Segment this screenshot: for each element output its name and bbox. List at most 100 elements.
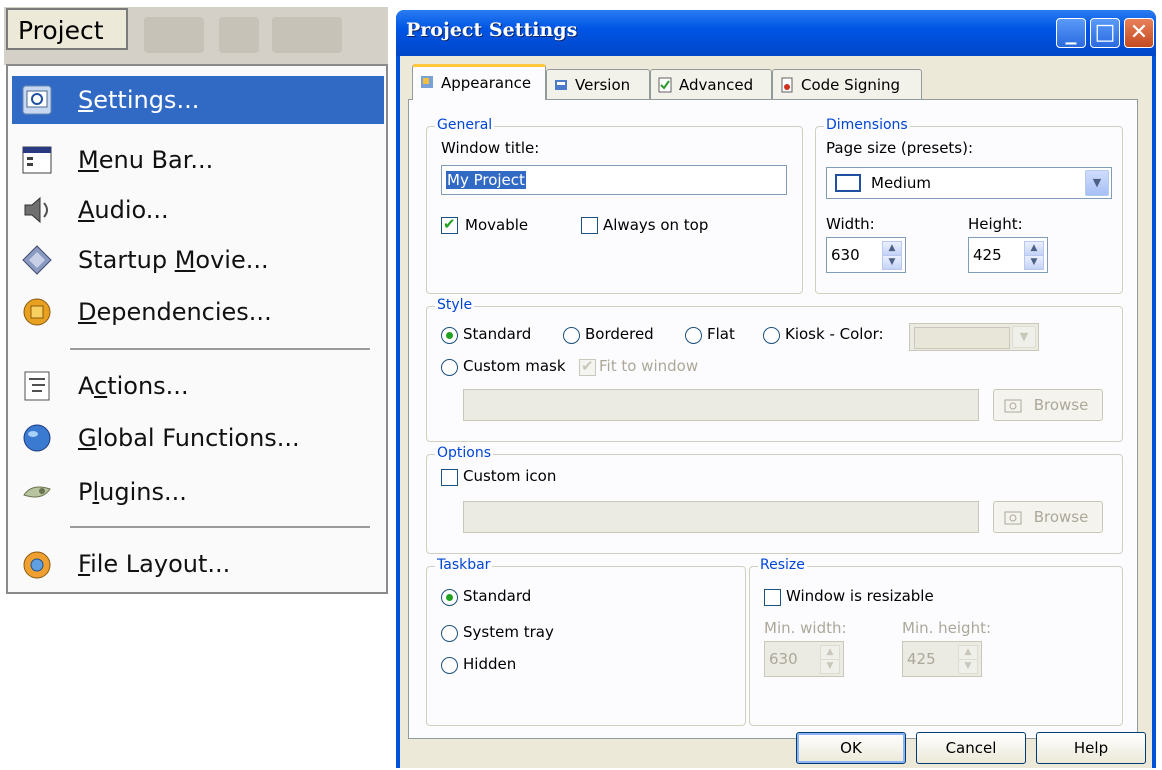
- taskbar-system-tray-label: System tray: [463, 623, 554, 641]
- movable-checkbox[interactable]: [441, 215, 458, 234]
- style-flat-radio[interactable]: [685, 327, 702, 344]
- height-label: Height:: [968, 215, 1023, 233]
- custom-icon-checkbox[interactable]: [441, 469, 458, 486]
- style-custom-mask-radio[interactable]: [441, 359, 458, 376]
- appearance-panel: General Window title: My Project Movable…: [408, 99, 1138, 739]
- menu-item-plugins[interactable]: Plugins...: [12, 468, 384, 516]
- plugins-icon: [23, 486, 51, 498]
- style-bordered-label: Bordered: [585, 325, 654, 343]
- file-layout-icon: [23, 551, 51, 579]
- min-height-spinner[interactable]: 425 ▲ ▼: [902, 641, 982, 677]
- menu-item-startup-movie[interactable]: Startup Movie...: [12, 236, 384, 284]
- ok-button[interactable]: OK: [796, 732, 906, 764]
- always-on-top-checkbox[interactable]: [581, 217, 598, 234]
- min-height-label: Min. height:: [902, 619, 992, 637]
- browse-icon: [1004, 399, 1022, 413]
- menu-bar-icon: [22, 146, 52, 174]
- style-kiosk-radio[interactable]: [763, 327, 780, 344]
- taskbar-hidden-radio[interactable]: [441, 657, 458, 674]
- taskbar-standard-label: Standard: [463, 587, 532, 605]
- min-width-spinner[interactable]: 630 ▲ ▼: [764, 641, 844, 677]
- custom-icon-browse-button[interactable]: Browse: [993, 501, 1103, 533]
- menu-separator: [70, 348, 370, 350]
- appearance-icon: [421, 76, 433, 88]
- chevron-down-icon[interactable]: ▼: [1012, 326, 1036, 348]
- tab-advanced[interactable]: Advanced: [650, 69, 772, 99]
- custom-mask-browse-button[interactable]: Browse: [993, 389, 1103, 421]
- version-icon: [555, 80, 567, 90]
- spin-up-icon[interactable]: ▲: [882, 241, 902, 256]
- style-bordered-radio[interactable]: [563, 327, 580, 344]
- code-signing-icon: [781, 77, 793, 93]
- menu-item-label: Dependencies...: [78, 298, 272, 326]
- dialog-client: Appearance Version Advanced Code Signing…: [400, 56, 1152, 768]
- style-custom-mask-label: Custom mask: [463, 357, 566, 375]
- taskbar-standard-radio[interactable]: [441, 589, 458, 606]
- spin-down-icon[interactable]: ▼: [1024, 255, 1044, 270]
- spin-down-icon[interactable]: ▼: [958, 659, 978, 674]
- window-resizable-checkbox[interactable]: [764, 589, 781, 606]
- chevron-down-icon[interactable]: ▼: [1085, 170, 1109, 196]
- page-size-select[interactable]: Medium ▼: [826, 167, 1112, 199]
- maximize-button[interactable]: □: [1090, 18, 1120, 48]
- page-size-icon: [835, 174, 861, 192]
- taskbar-group: Taskbar Standard System tray Hidden: [426, 557, 746, 726]
- dimensions-group: Dimensions Page size (presets): Medium ▼…: [815, 117, 1123, 294]
- blurred-menu-item: [144, 17, 204, 53]
- taskbar-hidden-label: Hidden: [463, 655, 517, 673]
- custom-icon-path-input[interactable]: [463, 501, 979, 533]
- general-legend: General: [435, 117, 495, 133]
- minimize-button[interactable]: _: [1056, 18, 1086, 48]
- dimensions-legend: Dimensions: [824, 117, 910, 133]
- style-legend: Style: [435, 297, 475, 313]
- audio-icon: [24, 196, 48, 224]
- tab-version[interactable]: Version: [546, 69, 650, 99]
- fit-to-window-checkbox[interactable]: [579, 357, 596, 376]
- style-kiosk-label: Kiosk - Color:: [785, 325, 884, 343]
- cancel-button[interactable]: Cancel: [916, 732, 1026, 764]
- custom-icon-label: Custom icon: [463, 467, 557, 485]
- close-button[interactable]: ✕: [1124, 18, 1154, 48]
- style-standard-radio[interactable]: [441, 327, 458, 344]
- dialog-titlebar[interactable]: Project Settings _ □ ✕: [396, 10, 1156, 56]
- browse-icon: [1004, 511, 1022, 525]
- options-legend: Options: [435, 445, 494, 461]
- custom-mask-path-input[interactable]: [463, 389, 979, 421]
- fit-to-window-label: Fit to window: [599, 357, 699, 375]
- actions-icon: [24, 371, 50, 401]
- width-spinner[interactable]: 630 ▲ ▼: [826, 237, 906, 273]
- menu-item-label: Actions...: [78, 372, 189, 400]
- kiosk-color-select[interactable]: ▼: [909, 323, 1039, 351]
- kiosk-color-swatch: [914, 327, 1010, 349]
- min-width-label: Min. width:: [764, 619, 847, 637]
- menu-item-actions[interactable]: Actions...: [12, 362, 384, 410]
- spin-up-icon[interactable]: ▲: [958, 645, 978, 660]
- menu-item-label: Startup Movie...: [78, 246, 269, 274]
- height-spinner[interactable]: 425 ▲ ▼: [968, 237, 1048, 273]
- menu-item-audio[interactable]: Audio...: [12, 186, 384, 234]
- menu-item-settings[interactable]: Settings...: [12, 76, 384, 124]
- minimize-icon: _: [1065, 20, 1077, 45]
- global-functions-icon: [23, 424, 51, 452]
- spin-up-icon[interactable]: ▲: [820, 645, 840, 660]
- taskbar-system-tray-radio[interactable]: [441, 625, 458, 642]
- menu-item-file-layout[interactable]: File Layout...: [12, 540, 384, 588]
- style-standard-label: Standard: [463, 325, 532, 343]
- window-title-input[interactable]: My Project: [441, 165, 787, 195]
- maximize-icon: □: [1094, 20, 1116, 45]
- general-group: General Window title: My Project Movable…: [426, 117, 803, 294]
- menu-item-dependencies[interactable]: Dependencies...: [12, 288, 384, 336]
- tab-code-signing[interactable]: Code Signing: [772, 69, 922, 99]
- tab-appearance[interactable]: Appearance: [412, 64, 546, 100]
- project-menu-panel: Project Settings... Menu Bar... Audio...…: [0, 0, 390, 595]
- help-button[interactable]: Help: [1036, 732, 1146, 764]
- menu-item-global-functions[interactable]: Global Functions...: [12, 414, 384, 462]
- menu-item-label: Audio...: [78, 196, 169, 224]
- project-menu-title[interactable]: Project: [6, 8, 128, 50]
- spin-down-icon[interactable]: ▼: [820, 659, 840, 674]
- menu-item-menu-bar[interactable]: Menu Bar...: [12, 136, 384, 184]
- spin-down-icon[interactable]: ▼: [882, 255, 902, 270]
- spin-up-icon[interactable]: ▲: [1024, 241, 1044, 256]
- close-icon: ✕: [1129, 20, 1149, 45]
- movable-label: Movable: [465, 216, 529, 234]
